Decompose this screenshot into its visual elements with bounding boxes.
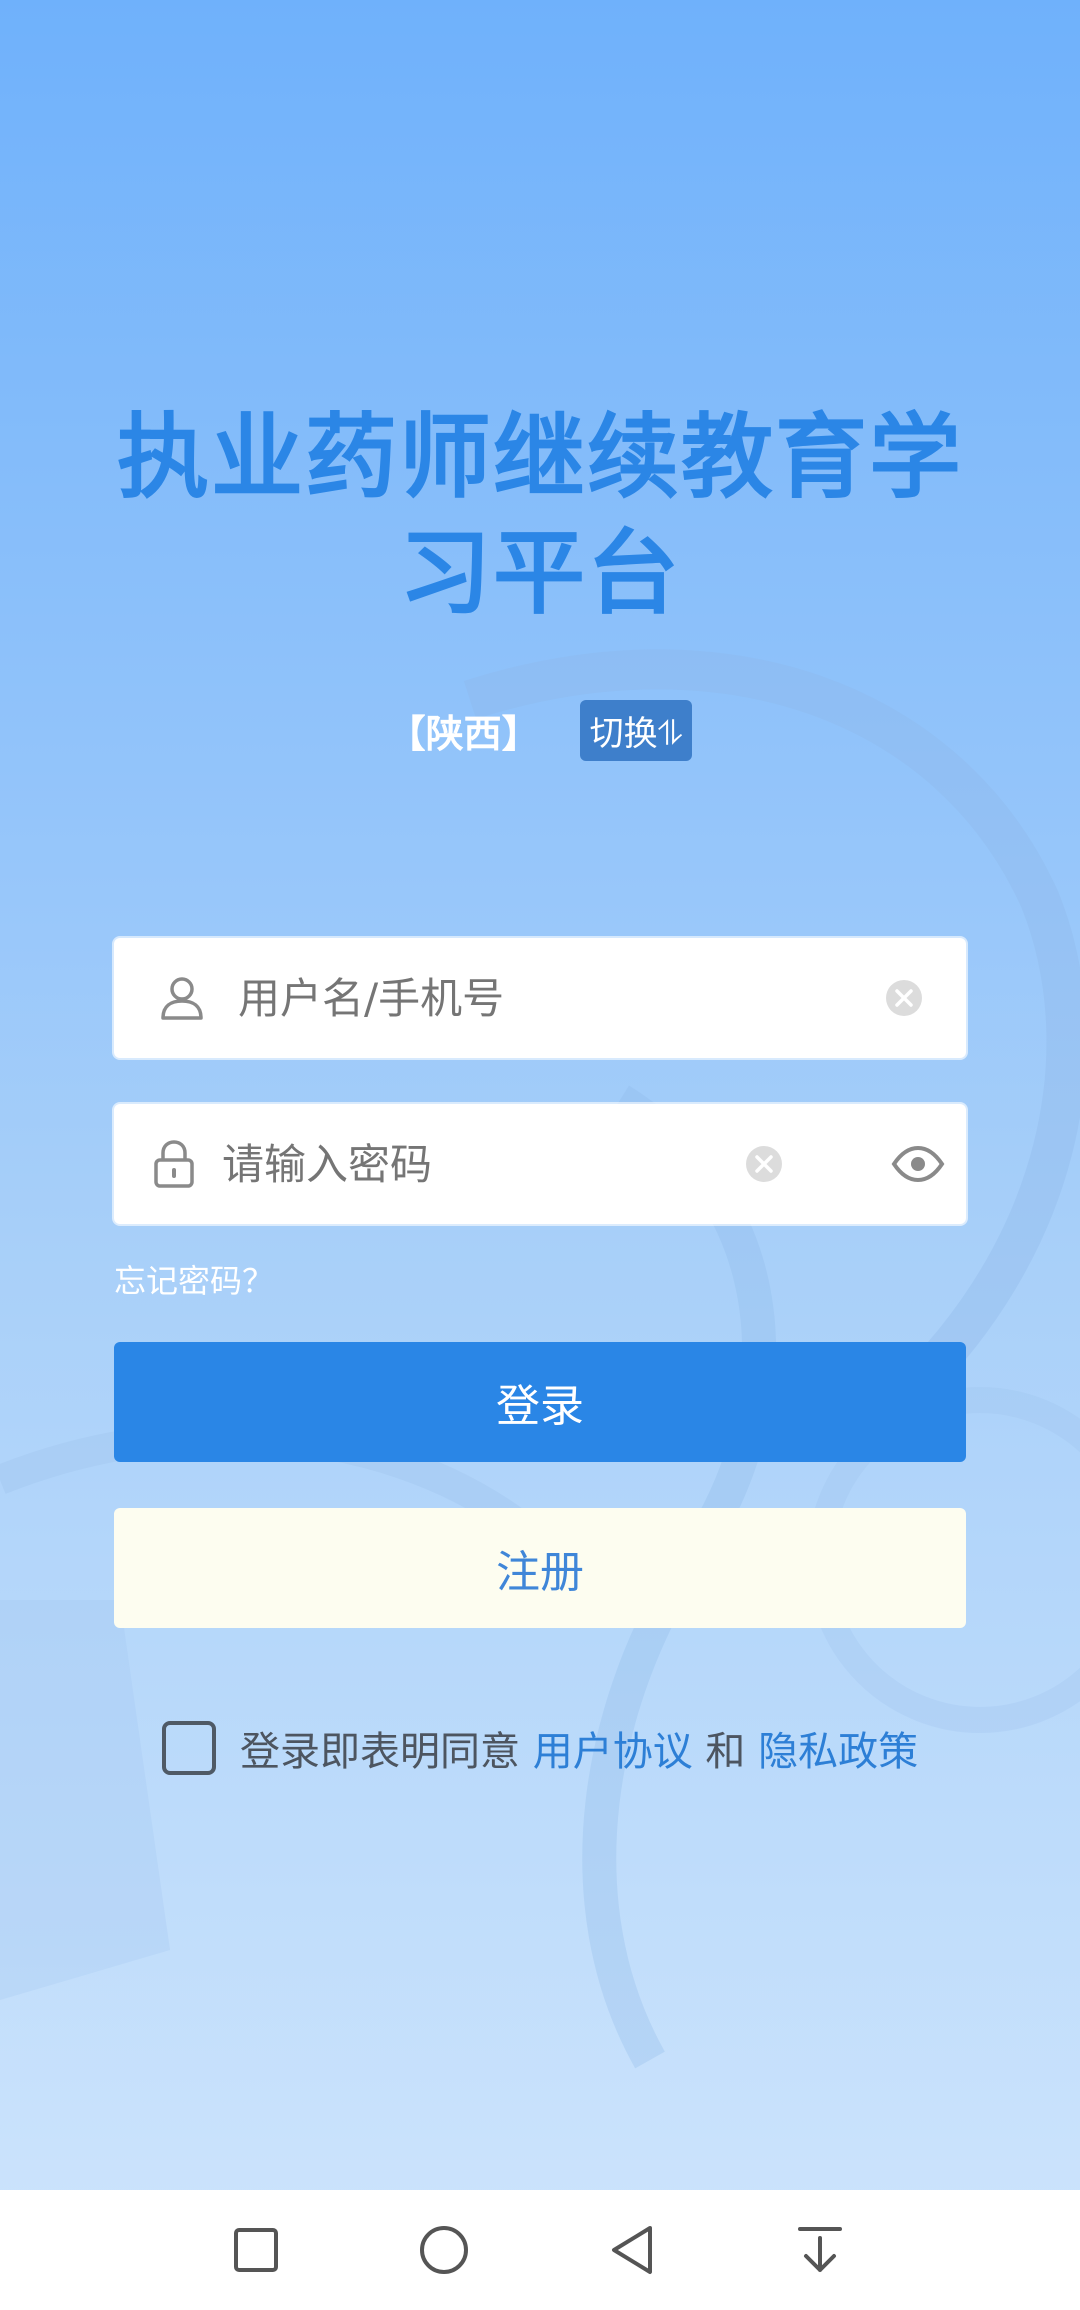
username-input[interactable] [238, 973, 884, 1023]
agreement-prefix: 登录即表明同意 [240, 1729, 533, 1775]
system-nav-bar [0, 2190, 1080, 2310]
user-agreement-link[interactable]: 用户协议 [533, 1729, 693, 1775]
password-input[interactable] [222, 1139, 745, 1189]
notification-pull-icon[interactable] [790, 2220, 850, 2280]
eye-icon[interactable] [891, 1144, 945, 1184]
agreement-row: 登录即表明同意 用户协议 和 隐私政策 [162, 1718, 918, 1778]
clear-password-icon[interactable] [745, 1144, 783, 1184]
lock-icon [152, 1134, 196, 1194]
clear-username-icon[interactable] [884, 978, 924, 1018]
agreement-checkbox[interactable] [162, 1721, 216, 1775]
login-button-label: 登录 [496, 1381, 584, 1432]
privacy-policy-link[interactable]: 隐私政策 [758, 1729, 918, 1775]
login-button[interactable]: 登录 [114, 1342, 966, 1462]
register-button-label: 注册 [496, 1547, 584, 1598]
region-label: 【陕西】 [387, 711, 540, 756]
app-title-line1: 执业药师继续教育学 [116, 404, 963, 511]
password-field[interactable] [114, 1104, 966, 1224]
forgot-password-link[interactable]: 忘记密码？ [114, 1256, 274, 1302]
agreement-text: 登录即表明同意 用户协议 和 隐私政策 [240, 1719, 918, 1777]
switch-region-button[interactable]: 切换⥮ [579, 699, 693, 761]
background-decoration [0, 649, 1080, 2069]
switch-region-label: 切换⥮ [589, 713, 683, 754]
user-icon [152, 968, 212, 1028]
app-title: 执业药师继续教育学 习平台 [0, 400, 1080, 632]
username-field[interactable] [114, 938, 966, 1058]
register-button[interactable]: 注册 [114, 1508, 966, 1628]
app-title-line2: 习平台 [398, 520, 681, 627]
agreement-conjunction: 和 [692, 1729, 759, 1775]
region-row: 【陕西】 切换⥮ [0, 699, 1080, 761]
back-icon[interactable] [602, 2220, 662, 2280]
home-icon[interactable] [414, 2220, 474, 2280]
recents-icon[interactable] [226, 2220, 286, 2280]
